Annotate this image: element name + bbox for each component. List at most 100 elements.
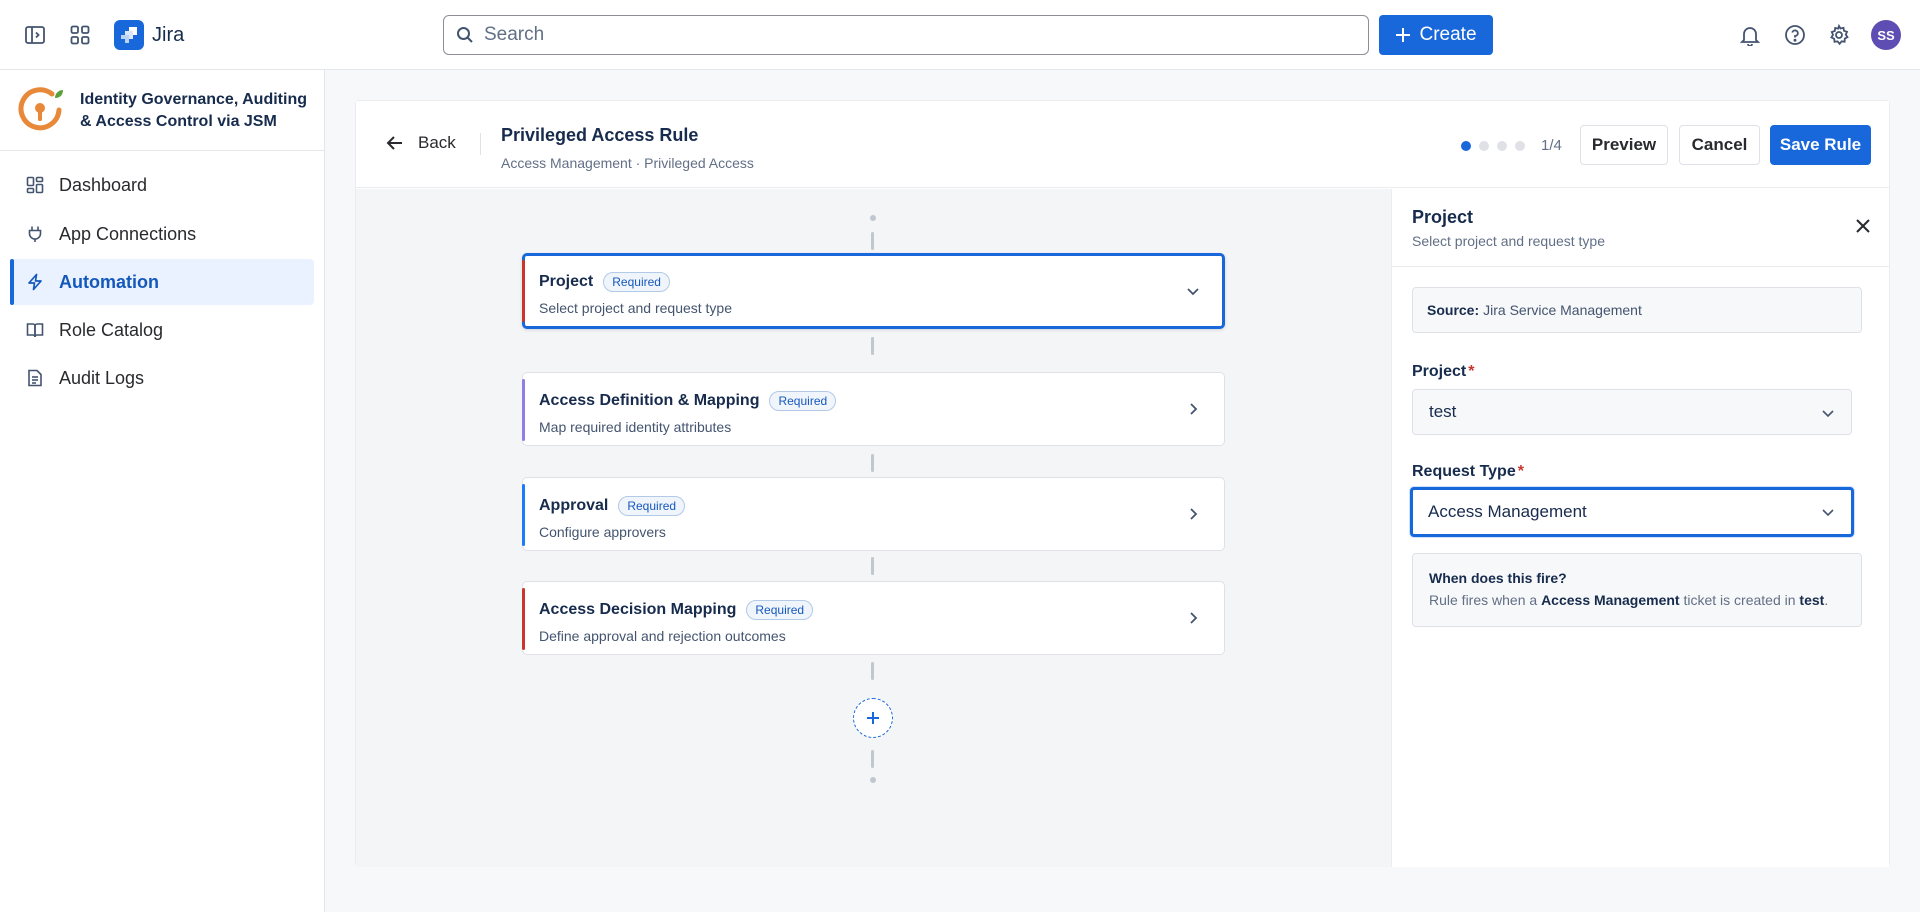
step-subtitle: Select project and request type: [539, 300, 733, 316]
step-title-row: Project Required: [539, 272, 670, 292]
source-label: Source:: [1427, 302, 1480, 318]
rule-editor: Back Privileged Access Rule Access Manag…: [355, 100, 1890, 867]
flow-start-dot: [870, 215, 876, 221]
required-asterisk: *: [1517, 463, 1524, 480]
step-accent: [522, 260, 525, 322]
step-dot-4: [1515, 141, 1525, 151]
info-prefix: Rule fires when a: [1429, 592, 1538, 608]
step-subtitle: Configure approvers: [539, 524, 666, 540]
flow-connector: [871, 750, 874, 768]
flow-connector: [871, 662, 874, 680]
help-icon[interactable]: [1782, 22, 1808, 48]
project-field-label: Project *: [1412, 363, 1474, 381]
close-icon[interactable]: [1852, 215, 1874, 237]
app-name[interactable]: Jira: [152, 24, 184, 47]
user-avatar[interactable]: SS: [1871, 20, 1901, 50]
sidebar-item-role-catalog[interactable]: Role Catalog: [10, 307, 314, 353]
request-type-label-text: Request Type: [1412, 463, 1516, 480]
step-counter: 1/4: [1541, 137, 1562, 154]
info-text: Rule fires when a Access Management tick…: [1429, 592, 1845, 608]
main-content: Back Privileged Access Rule Access Manag…: [325, 70, 1920, 912]
create-button-label: Create: [1419, 24, 1477, 45]
info-request-type: Access Management: [1541, 592, 1680, 608]
project-label-text: Project: [1412, 363, 1467, 380]
app-header: Identity Governance, Auditing & Access C…: [0, 70, 324, 151]
document-icon: [25, 368, 45, 388]
arrow-left-icon: [386, 134, 404, 152]
step-subtitle: Define approval and rejection outcomes: [539, 628, 786, 644]
info-title: When does this fire?: [1429, 570, 1567, 586]
step-title-row: Approval Required: [539, 496, 686, 516]
settings-gear-icon[interactable]: [1826, 22, 1852, 48]
create-button[interactable]: Create: [1379, 15, 1493, 55]
info-suffix: .: [1824, 592, 1829, 608]
step-dot-3: [1497, 141, 1507, 151]
step-card-access-decision-mapping[interactable]: Access Decision Mapping Required Define …: [522, 581, 1225, 655]
add-step-button[interactable]: [853, 698, 893, 738]
required-badge: Required: [618, 496, 686, 516]
request-type-select-value: Access Management: [1428, 502, 1587, 521]
app-switcher-icon[interactable]: [67, 22, 93, 48]
project-select[interactable]: test: [1412, 389, 1852, 435]
chevron-right-icon[interactable]: [1184, 609, 1202, 627]
required-badge: Required: [603, 272, 670, 292]
save-rule-button[interactable]: Save Rule: [1770, 125, 1871, 165]
chevron-right-icon[interactable]: [1184, 505, 1202, 523]
book-icon: [25, 320, 45, 340]
step-title: Access Decision Mapping: [539, 601, 737, 618]
search-icon: [456, 26, 474, 44]
panel-subtitle: Select project and request type: [1412, 233, 1606, 249]
breadcrumb: Access Management · Privileged Access: [501, 155, 754, 171]
flow-connector: [871, 557, 874, 575]
page-title: Privileged Access Rule: [501, 125, 699, 145]
search-box[interactable]: [443, 15, 1369, 55]
step-title-row: Access Decision Mapping Required: [539, 600, 814, 620]
back-button-label: Back: [418, 133, 456, 152]
step-card-access-definition[interactable]: Access Definition & Mapping Required Map…: [522, 372, 1225, 446]
flow-connector: [871, 337, 874, 355]
top-navigation-bar: Jira Create SS: [0, 0, 1920, 70]
required-badge: Required: [769, 391, 837, 411]
sidebar-item-app-connections[interactable]: App Connections: [10, 211, 314, 257]
back-button[interactable]: Back: [386, 133, 456, 153]
search-input[interactable]: [484, 24, 1344, 46]
step-card-project[interactable]: Project Required Select project and requ…: [522, 253, 1225, 329]
chevron-right-icon[interactable]: [1184, 400, 1202, 418]
flow-end-dot: [870, 777, 876, 783]
preview-button[interactable]: Preview: [1580, 125, 1668, 165]
sidebar-item-dashboard[interactable]: Dashboard: [10, 162, 314, 208]
step-accent: [522, 379, 525, 441]
required-asterisk: *: [1468, 363, 1475, 380]
source-info: Source: Jira Service Management: [1412, 287, 1862, 333]
source-value: Jira Service Management: [1483, 302, 1642, 318]
sidebar-item-label: Dashboard: [59, 174, 148, 195]
panel-header: Project Select project and request type: [1392, 189, 1890, 267]
request-type-select[interactable]: Access Management: [1410, 487, 1854, 537]
step-dot-2: [1479, 141, 1489, 151]
plug-icon: [25, 224, 45, 244]
notifications-bell-icon[interactable]: [1737, 22, 1763, 48]
cancel-button[interactable]: Cancel: [1679, 125, 1760, 165]
info-project: test: [1799, 592, 1825, 608]
sidebar-item-label: App Connections: [59, 223, 197, 244]
dashboard-icon: [25, 175, 45, 195]
lightning-icon: [25, 272, 45, 292]
sidebar-item-label: Audit Logs: [59, 367, 145, 388]
sidebar-item-audit-logs[interactable]: Audit Logs: [10, 355, 314, 401]
required-badge: Required: [746, 600, 814, 620]
sidebar-item-label: Automation: [59, 271, 159, 292]
project-select-value: test: [1429, 402, 1457, 421]
flow-connector: [871, 232, 874, 250]
step-card-approval[interactable]: Approval Required Configure approvers: [522, 477, 1225, 551]
panel-title: Project: [1412, 207, 1474, 227]
trigger-info-box: When does this fire? Rule fires when a A…: [1412, 553, 1862, 627]
sidebar-item-automation[interactable]: Automation: [10, 259, 314, 305]
chevron-down-icon[interactable]: [1184, 282, 1202, 300]
sidebar-toggle-icon[interactable]: [22, 22, 48, 48]
step-progress-dots: [1461, 141, 1525, 151]
jira-logo-icon[interactable]: [114, 20, 144, 50]
sidebar: Identity Governance, Auditing & Access C…: [0, 70, 325, 912]
step-title-row: Access Definition & Mapping Required: [539, 391, 837, 411]
step-dot-1: [1461, 141, 1471, 151]
flow-canvas: Project Required Select project and requ…: [356, 189, 1391, 867]
